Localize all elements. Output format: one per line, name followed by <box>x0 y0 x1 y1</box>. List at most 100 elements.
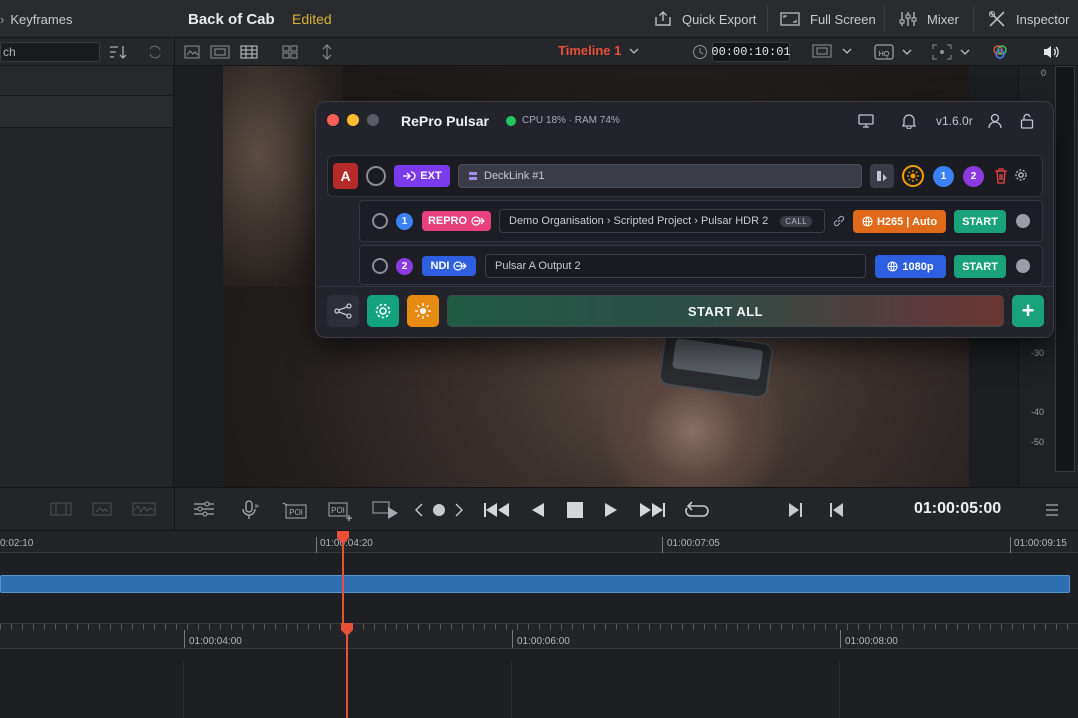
repro-type-button[interactable]: REPRO <box>422 211 491 231</box>
search-input[interactable]: ch <box>0 42 100 62</box>
keyframes-tab[interactable]: › Keyframes <box>0 0 100 38</box>
jog-dot-icon[interactable] <box>433 504 445 516</box>
lock-icon[interactable] <box>1020 113 1034 129</box>
meter-tick: -50 <box>1031 437 1045 447</box>
codec-button[interactable]: H265 | Auto <box>853 210 946 233</box>
video-clip[interactable] <box>0 575 1070 593</box>
next-edit-icon[interactable] <box>788 502 804 518</box>
timecode-field[interactable]: 00:00:10:01 <box>711 42 791 62</box>
inspector-label: Inspector <box>1016 11 1070 27</box>
divider <box>973 6 974 32</box>
trash-icon[interactable] <box>994 168 1008 184</box>
ext-type-button[interactable]: EXT <box>394 165 450 187</box>
timeline-name: Timeline 1 <box>558 43 622 58</box>
zoom-window-button[interactable] <box>367 114 379 126</box>
image-view-icon[interactable] <box>184 45 200 59</box>
ndi-type-button[interactable]: NDI <box>422 256 476 276</box>
play-reverse-icon[interactable] <box>531 502 545 518</box>
refresh-icon[interactable] <box>147 44 163 60</box>
broadcast-button[interactable] <box>902 165 924 187</box>
start-output-1-button[interactable]: START <box>954 210 1006 233</box>
chevron-left-icon[interactable] <box>414 503 424 517</box>
timeline[interactable]: 0:02:10 01:00:04:20 01:00:07:05 01:00:09… <box>0 531 1078 718</box>
ruler-label: 01:00:07:05 <box>667 538 720 549</box>
media-pool-row[interactable] <box>0 96 173 128</box>
globe-icon <box>862 216 873 227</box>
playhead-line-lower[interactable] <box>346 623 348 718</box>
output-badge-1[interactable]: 1 <box>933 166 954 187</box>
inspector-button[interactable]: Inspector <box>988 0 1069 38</box>
timeline-selector[interactable]: Timeline 1 <box>558 43 639 58</box>
sort-icon[interactable] <box>109 44 127 60</box>
image-icon[interactable] <box>92 502 112 516</box>
svg-text:HQ: HQ <box>879 51 890 58</box>
edited-status: Edited <box>292 11 332 27</box>
user-icon[interactable] <box>988 113 1002 129</box>
broadcast-icon <box>907 170 919 182</box>
microphone-icon[interactable] <box>240 500 260 520</box>
media-pool-panel <box>0 66 174 487</box>
stop-icon[interactable] <box>567 502 583 518</box>
quick-export-button[interactable]: Quick Export <box>654 0 756 38</box>
sliders-icon[interactable] <box>193 501 215 517</box>
divider <box>174 38 175 66</box>
broadcast-all-button[interactable] <box>407 295 439 327</box>
playback-mode-icon[interactable] <box>372 500 400 520</box>
minimize-window-button[interactable] <box>347 114 359 126</box>
device-select[interactable]: DeckLink #1 <box>458 164 862 188</box>
grid-view-icon[interactable] <box>282 45 298 59</box>
transform-icon[interactable] <box>320 44 334 60</box>
timeline-ruler-lower[interactable]: 01:00:04:00 01:00:06:00 01:00:08:00 <box>0 623 1078 649</box>
poi-icon[interactable]: POI <box>282 500 308 520</box>
output-1-radio[interactable] <box>372 213 388 229</box>
ruler-label: 01:00:04:00 <box>189 636 242 647</box>
waveform-icon[interactable] <box>132 502 156 516</box>
settings-button[interactable] <box>367 295 399 327</box>
svg-text:POI: POI <box>289 508 303 517</box>
resolution-button[interactable]: 1080p <box>875 255 946 278</box>
ruler-tick <box>512 630 513 648</box>
clip-view-icon[interactable] <box>210 45 230 59</box>
grid-line <box>511 661 512 718</box>
add-output-button[interactable]: + <box>1012 295 1044 327</box>
routing-button[interactable] <box>870 164 894 188</box>
bell-icon[interactable] <box>902 113 916 129</box>
playhead-handle-lower[interactable] <box>340 623 354 637</box>
routing-graph-button[interactable] <box>327 295 359 327</box>
link-icon[interactable] <box>833 215 845 227</box>
source-select-radio[interactable] <box>366 166 386 186</box>
ruler-label: 01:00:06:00 <box>517 636 570 647</box>
loop-icon[interactable] <box>683 500 711 520</box>
gear-icon[interactable] <box>1014 168 1028 182</box>
playback-quality-dropdown[interactable]: HQ <box>874 44 912 60</box>
monitor-icon[interactable] <box>858 114 874 128</box>
play-icon[interactable] <box>604 502 618 518</box>
mixer-button[interactable]: Mixer <box>899 0 959 38</box>
skip-to-start-icon[interactable] <box>483 502 511 518</box>
close-window-button[interactable] <box>327 114 339 126</box>
repro-pulsar-window: RePro Pulsar CPU 18% · RAM 74% v1.6.0r A… <box>315 101 1054 338</box>
start-output-2-button[interactable]: START <box>954 255 1006 278</box>
previous-edit-icon[interactable] <box>828 502 844 518</box>
audio-track-icon[interactable] <box>50 502 72 516</box>
ruler-label: 01:00:09:15 <box>1014 538 1067 549</box>
timeline-ruler-upper[interactable]: 0:02:10 01:00:04:20 01:00:07:05 01:00:09… <box>0 531 1078 553</box>
volume-icon[interactable] <box>1042 44 1060 60</box>
playhead-handle[interactable] <box>336 531 350 545</box>
viewer-size-dropdown[interactable] <box>812 44 852 58</box>
output-1-destination[interactable]: Demo Organisation › Scripted Project › P… <box>499 209 825 233</box>
chevron-right-icon[interactable] <box>454 503 464 517</box>
start-all-button[interactable]: START ALL <box>447 295 1004 327</box>
skip-to-end-icon[interactable] <box>638 502 666 518</box>
color-wheel-icon[interactable] <box>991 43 1009 61</box>
filmstrip-icon[interactable] <box>240 45 258 59</box>
menu-icon[interactable] <box>1045 504 1059 516</box>
poi-add-icon[interactable]: POI <box>327 500 353 522</box>
overlay-dropdown[interactable] <box>932 44 970 60</box>
broadcast-icon <box>415 303 431 319</box>
output-2-radio[interactable] <box>372 258 388 274</box>
grid-line <box>183 661 184 718</box>
output-2-destination[interactable]: Pulsar A Output 2 <box>485 254 866 278</box>
full-screen-button[interactable]: Full Screen <box>780 0 876 38</box>
output-badge-2[interactable]: 2 <box>963 166 984 187</box>
